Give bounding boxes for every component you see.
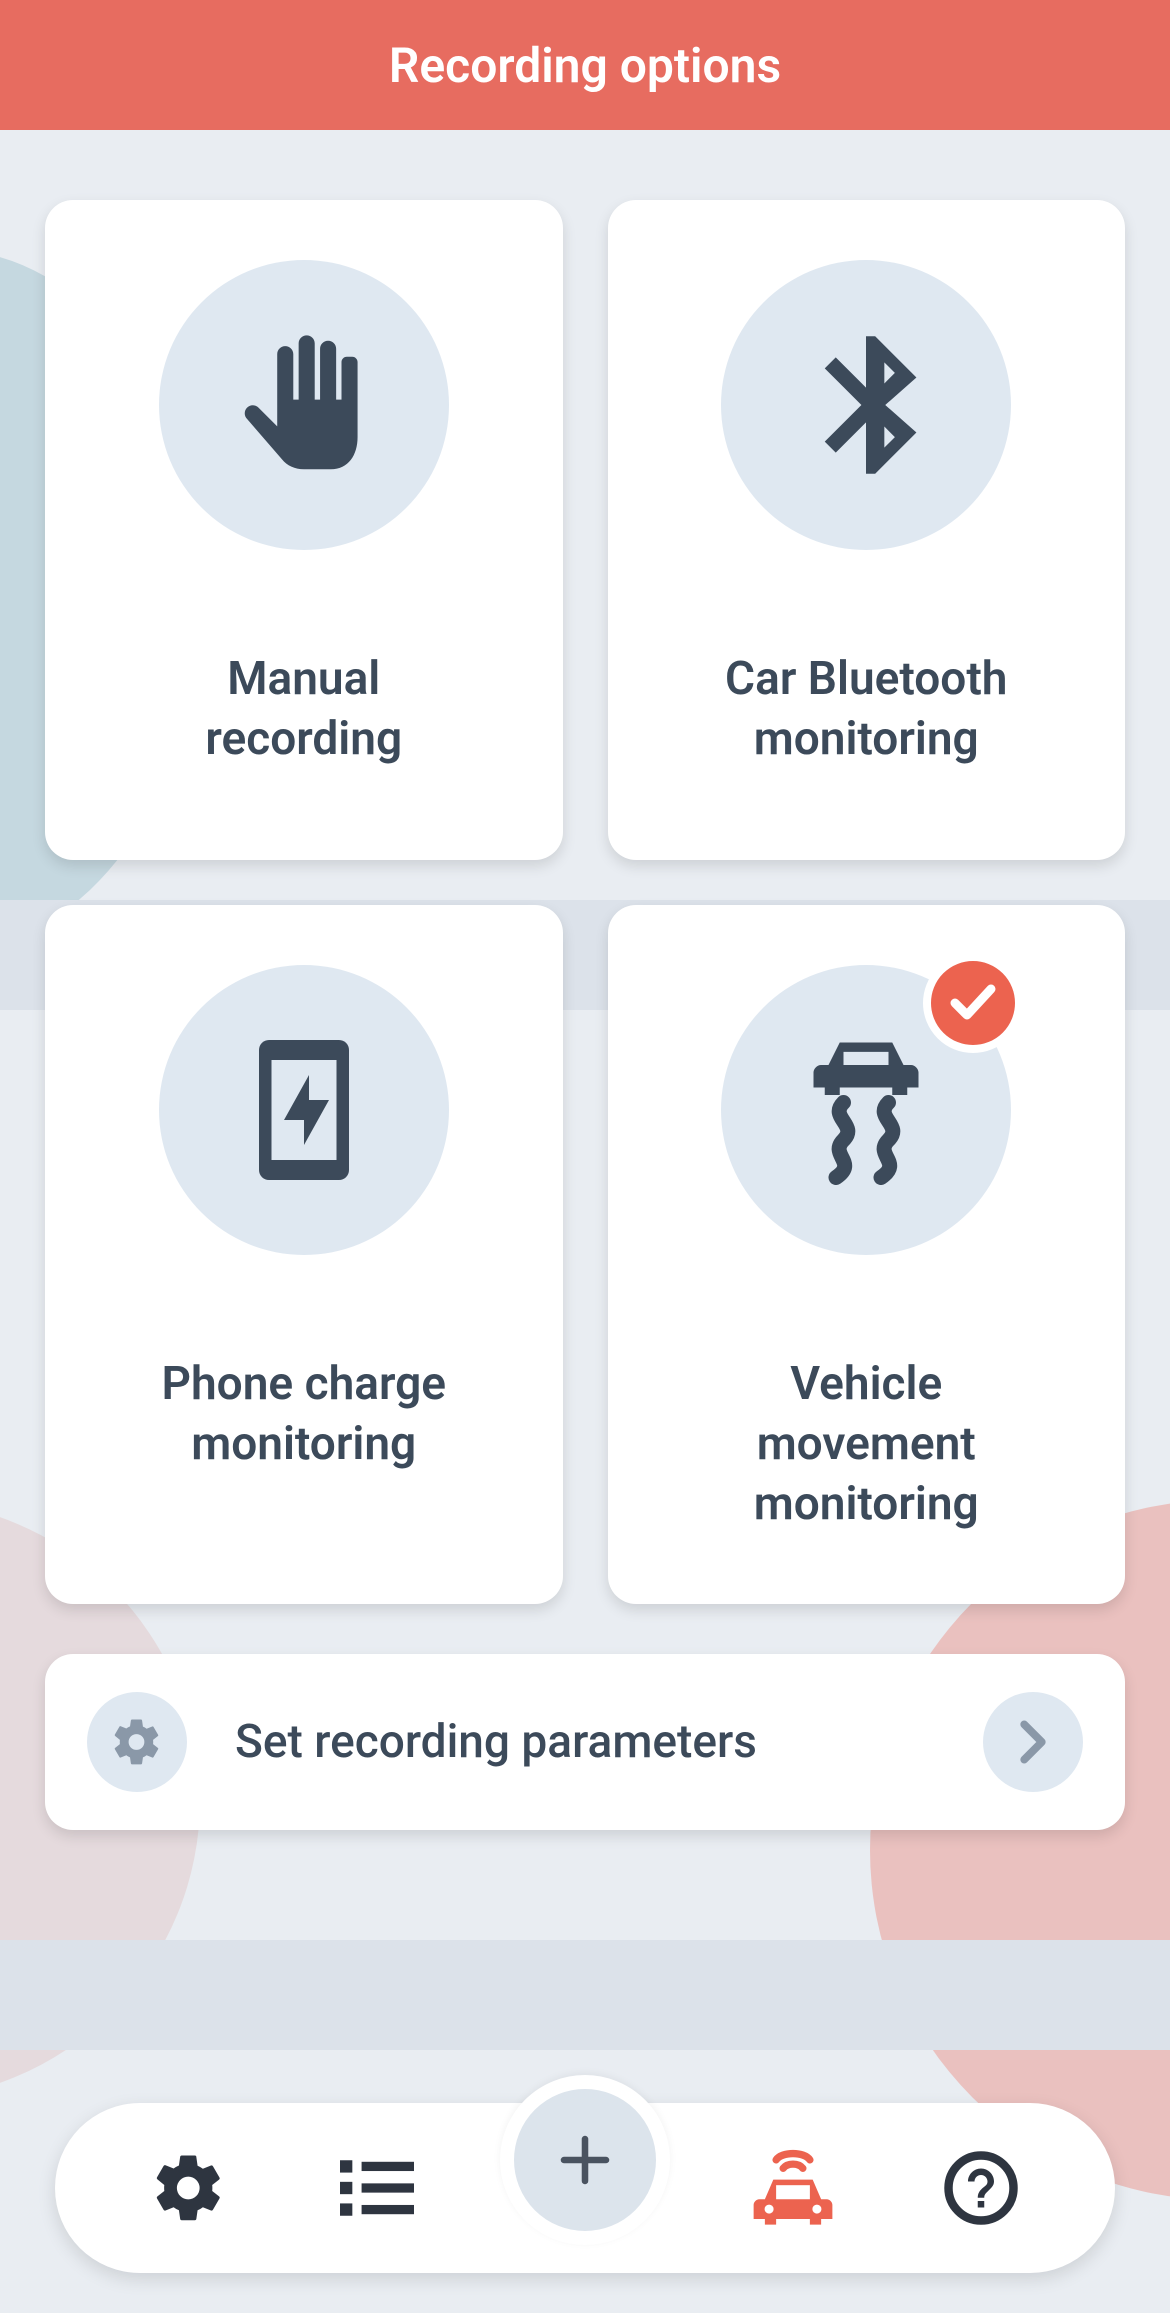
option-card-movement[interactable]: Vehicle movement monitoring: [608, 905, 1126, 1604]
option-card-bluetooth[interactable]: Car Bluetooth monitoring: [608, 200, 1126, 860]
car-signal-icon: [748, 2143, 838, 2233]
bg-decor: [0, 1940, 1170, 2050]
plus-icon: [557, 2132, 613, 2188]
option-card-manual[interactable]: Manual recording: [45, 200, 563, 860]
header-bar: Recording options: [0, 0, 1170, 130]
chevron-right-icon: [983, 1692, 1083, 1792]
car-skid-icon: [721, 965, 1011, 1255]
bottom-nav: [55, 2103, 1115, 2273]
phone-charge-icon: [159, 965, 449, 1255]
nav-add-button[interactable]: [500, 2075, 670, 2245]
option-label: Manual recording: [205, 650, 402, 770]
list-icon: [340, 2158, 414, 2218]
nav-settings-button[interactable]: [134, 2133, 244, 2243]
selected-check-icon: [923, 953, 1023, 1053]
option-label: Phone charge monitoring: [161, 1355, 446, 1475]
page-title: Recording options: [389, 37, 781, 94]
option-label: Car Bluetooth monitoring: [725, 650, 1007, 770]
option-card-charge[interactable]: Phone charge monitoring: [45, 905, 563, 1604]
help-icon: [942, 2149, 1020, 2227]
nav-list-button[interactable]: [322, 2133, 432, 2243]
settings-row-label: Set recording parameters: [235, 1715, 935, 1769]
gear-icon: [150, 2149, 228, 2227]
nav-vehicle-button[interactable]: [738, 2133, 848, 2243]
gear-icon: [87, 1692, 187, 1792]
hand-icon: [159, 260, 449, 550]
nav-help-button[interactable]: [926, 2133, 1036, 2243]
set-recording-parameters-button[interactable]: Set recording parameters: [45, 1654, 1125, 1830]
option-label: Vehicle movement monitoring: [754, 1355, 979, 1534]
bluetooth-icon: [721, 260, 1011, 550]
